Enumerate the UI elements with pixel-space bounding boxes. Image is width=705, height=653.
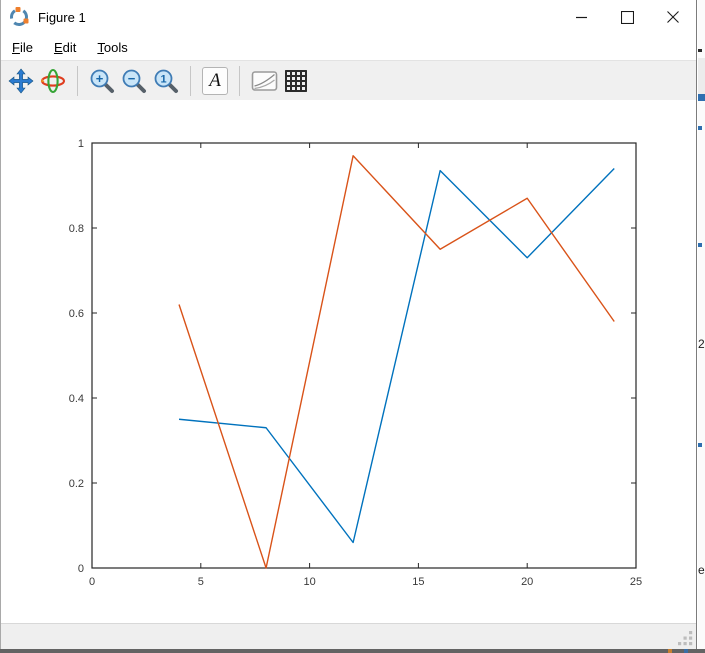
x-tick-label: 5 [198,576,204,588]
maximize-icon [621,11,634,24]
pan-icon [8,68,34,94]
figure-window: Figure 1 [0,0,697,649]
statusbar [1,623,696,649]
zoom-out-button[interactable]: − [119,65,149,97]
background-window-sliver: 2 e [698,0,705,649]
close-icon [667,11,679,23]
y-tick-label: 0.8 [69,223,84,235]
x-tick-label: 20 [521,576,533,588]
window-controls [558,0,696,34]
sliver-text-fragment: 2 [698,338,705,350]
sliver-mark [698,126,702,130]
y-tick-label: 0.4 [69,393,84,405]
menu-file[interactable]: File [9,38,36,57]
toolbar-separator [239,66,240,96]
y-tick-label: 1 [78,138,84,150]
zoom-original-icon: 1 [153,68,179,94]
taskbar-sliver [0,649,705,653]
rotate-button[interactable] [38,65,68,97]
grid-icon [284,69,308,93]
close-button[interactable] [650,0,696,34]
y-tick-label: 0.6 [69,308,84,320]
grid-button[interactable] [281,65,311,97]
axes-button[interactable] [249,65,279,97]
y-tick-label: 0.2 [69,478,84,490]
axes-icon [251,69,278,93]
minimize-button[interactable] [558,0,604,34]
titlebar[interactable]: Figure 1 [1,0,696,34]
minimize-icon [576,12,587,23]
svg-text:1: 1 [160,73,166,85]
figure-logo-icon [8,6,30,28]
x-tick-label: 0 [89,576,95,588]
axes-box [92,143,636,568]
zoom-original-button[interactable]: 1 [151,65,181,97]
plot-canvas[interactable]: 0 5 10 15 20 25 0 0.2 0.4 0.6 0.8 1 [1,100,696,623]
svg-text:+: + [96,71,104,86]
sliver-text-fragment: e [698,564,705,576]
x-tick-label: 15 [412,576,424,588]
x-tick-label: 25 [630,576,642,588]
window-title: Figure 1 [38,10,86,25]
zoom-out-icon: − [121,68,147,94]
chart-line-series-1 [179,169,614,543]
maximize-button[interactable] [604,0,650,34]
zoom-in-button[interactable]: + [87,65,117,97]
resize-grip[interactable] [678,631,693,646]
x-tick-label: 10 [303,576,315,588]
svg-text:−: − [128,71,136,86]
sliver-mark [698,243,702,247]
plot-svg: 0 5 10 15 20 25 0 0.2 0.4 0.6 0.8 1 [1,100,696,623]
toolbar-separator [190,66,191,96]
sliver-mark [698,58,705,94]
y-tick-label: 0 [78,563,84,575]
menu-edit[interactable]: Edit [51,38,79,57]
sliver-mark [698,94,705,101]
chart-line-series-2 [179,156,614,568]
text-annotation-icon: A [202,67,228,95]
text-annotation-button[interactable]: A [200,65,230,97]
sliver-mark [698,443,702,447]
menubar: File Edit Tools [1,34,696,60]
pan-button[interactable] [6,65,36,97]
taskbar-dot [668,649,672,653]
sliver-mark [698,49,702,52]
zoom-in-icon: + [89,68,115,94]
toolbar: + − 1 A [1,60,696,100]
menu-tools[interactable]: Tools [94,38,130,57]
toolbar-separator [77,66,78,96]
taskbar-dot [684,649,688,653]
screen: Figure 1 [0,0,705,653]
rotate-icon [40,68,66,94]
